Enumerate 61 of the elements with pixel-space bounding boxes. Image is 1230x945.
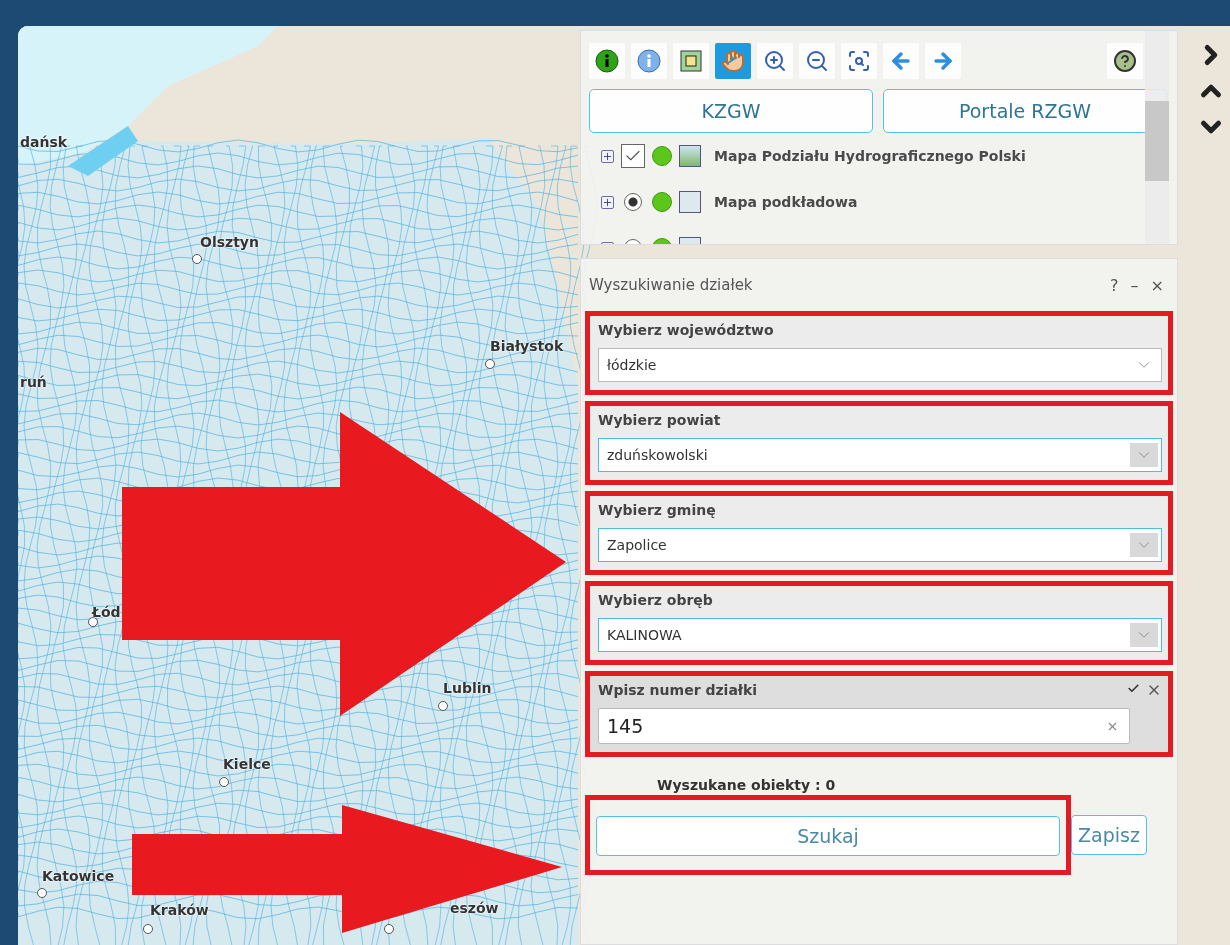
input-field[interactable]: 145 bbox=[598, 708, 1130, 744]
expand-icon[interactable] bbox=[601, 149, 614, 163]
status-dot bbox=[652, 146, 672, 166]
arrow-right-icon bbox=[931, 49, 955, 73]
city-label: Katowice bbox=[42, 868, 115, 884]
city-label: dańsk bbox=[20, 134, 68, 150]
save-button[interactable]: Zapisz bbox=[1071, 815, 1147, 855]
panel-control[interactable]: – bbox=[1125, 275, 1144, 295]
layer-checkbox[interactable] bbox=[621, 144, 645, 168]
zoom-extent-icon bbox=[847, 49, 871, 73]
back-button[interactable] bbox=[883, 43, 919, 79]
dropdown-field[interactable]: zduńskowolski bbox=[598, 438, 1162, 472]
field-label: Wpisz numer działki bbox=[598, 682, 758, 698]
expand-icon[interactable] bbox=[601, 195, 614, 209]
result-count: Wyszukane obiekty : 0 bbox=[656, 776, 837, 793]
scrollbar-track[interactable] bbox=[1145, 31, 1169, 244]
panel-title: Wyszukiwanie działek bbox=[589, 276, 753, 294]
portal-button[interactable]: KZGW bbox=[589, 89, 873, 133]
layer-label: Mapa Podziału Hydrograficznego Polski bbox=[714, 148, 1026, 164]
city-label: eszów bbox=[450, 900, 499, 916]
dropdown-field[interactable]: KALINOWA bbox=[598, 618, 1162, 652]
field-label: Wybierz gminę bbox=[598, 502, 716, 518]
zoom-in-button[interactable] bbox=[757, 43, 793, 79]
dropdown-field[interactable]: Zapolice bbox=[598, 528, 1162, 562]
extent-button[interactable] bbox=[673, 43, 709, 79]
panel-control[interactable]: ? bbox=[1105, 275, 1124, 295]
zoom-out-icon bbox=[805, 49, 829, 73]
help-button[interactable] bbox=[1107, 43, 1143, 79]
panel-control[interactable]: × bbox=[1145, 275, 1169, 295]
city-label: Olsztyn bbox=[200, 234, 259, 250]
city-label: Białystok bbox=[490, 338, 564, 354]
field-label: Wybierz powiat bbox=[598, 412, 721, 428]
info-icon bbox=[595, 49, 619, 73]
field-label: Wybierz obręb bbox=[598, 592, 713, 608]
dropdown-field[interactable]: łódzkie bbox=[598, 348, 1162, 382]
zoom-extent-button[interactable] bbox=[841, 43, 877, 79]
city-label: Kraków bbox=[150, 902, 209, 918]
city-label: ruń bbox=[20, 374, 47, 390]
help-icon bbox=[1113, 49, 1137, 73]
search-button[interactable]: Szukaj bbox=[596, 816, 1060, 856]
check-icon[interactable] bbox=[1127, 682, 1140, 695]
pan-button[interactable] bbox=[715, 43, 751, 79]
city-label: Kielce bbox=[223, 756, 271, 772]
city-label: Lublin bbox=[443, 680, 492, 696]
layer-thumbnail-icon bbox=[679, 191, 701, 213]
hand-icon bbox=[721, 49, 745, 73]
city-label: Łód bbox=[92, 604, 121, 620]
layer-label: Mapa podkładowa bbox=[714, 194, 858, 210]
square-icon bbox=[680, 50, 702, 72]
status-dot bbox=[652, 192, 672, 212]
zoom-out-button[interactable] bbox=[799, 43, 835, 79]
zoom-in-icon bbox=[763, 49, 787, 73]
layer-radio[interactable] bbox=[624, 193, 642, 211]
identify-button[interactable] bbox=[589, 43, 625, 79]
info-icon bbox=[637, 49, 661, 73]
forward-button[interactable] bbox=[925, 43, 961, 79]
layer-thumbnail-icon bbox=[679, 145, 701, 167]
lagoon-shape bbox=[68, 126, 138, 176]
field-label: Wybierz województwo bbox=[598, 322, 774, 338]
info-button[interactable] bbox=[631, 43, 667, 79]
scrollbar-thumb[interactable] bbox=[1145, 101, 1169, 181]
